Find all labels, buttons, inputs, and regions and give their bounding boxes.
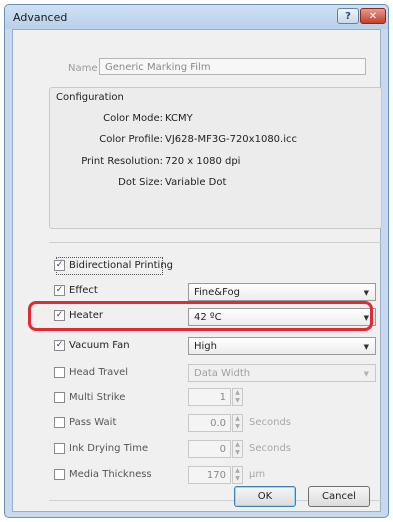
color-mode-value: KCMY <box>165 113 193 124</box>
ok-button[interactable]: OK <box>234 486 296 507</box>
multi-strike-label: Multi Strike <box>69 392 126 403</box>
head-travel-checkbox[interactable] <box>54 367 65 378</box>
head-travel-select: Data Width ▼ <box>188 364 376 382</box>
vacuum-fan-highlight <box>28 301 373 331</box>
ink-drying-input: 0 <box>188 440 231 458</box>
chevron-down-icon: ▼ <box>363 343 369 351</box>
bidirectional-printing-checkbox[interactable] <box>54 260 65 271</box>
ink-drying-checkbox[interactable] <box>54 443 65 454</box>
name-field: Generic Marking Film <box>99 58 366 75</box>
dialog-body: Name Generic Marking Film Configuration … <box>12 29 382 512</box>
effect-label: Effect <box>69 285 98 296</box>
dot-size-value: Variable Dot <box>165 177 227 188</box>
chevron-down-icon: ▼ <box>363 289 369 297</box>
media-thickness-label: Media Thickness <box>69 469 152 480</box>
divider <box>49 242 382 243</box>
spinner-arrows-icon: ▲ ▼ <box>232 466 243 484</box>
head-travel-label: Head Travel <box>69 367 129 378</box>
advanced-dialog: Advanced ? ✕ Name Generic Marking Film C… <box>4 4 389 518</box>
pass-wait-label: Pass Wait <box>69 417 117 428</box>
head-travel-value: Data Width <box>194 368 251 379</box>
spinner-arrows-icon: ▲ ▼ <box>232 388 243 406</box>
vacuum-fan-select[interactable]: High ▼ <box>188 337 376 355</box>
print-resolution-value: 720 x 1080 dpi <box>165 156 241 167</box>
vacuum-fan-value: High <box>194 341 217 352</box>
color-mode-label: Color Mode: <box>103 113 163 124</box>
chevron-down-icon: ▼ <box>363 370 369 378</box>
multi-strike-input: 1 <box>188 388 231 406</box>
effect-value: Fine&Fog <box>194 287 240 298</box>
name-label: Name <box>68 63 98 74</box>
pass-wait-unit: Seconds <box>249 417 292 428</box>
print-resolution-label: Print Resolution: <box>81 156 163 167</box>
dot-size-label: Dot Size: <box>118 177 163 188</box>
media-thickness-checkbox[interactable] <box>54 469 65 480</box>
ink-drying-unit: Seconds <box>249 443 292 454</box>
vacuum-fan-checkbox[interactable] <box>54 340 65 351</box>
spinner-arrows-icon: ▲ ▼ <box>232 414 243 432</box>
media-thickness-unit: μm <box>249 469 266 480</box>
color-profile-label: Color Profile: <box>99 134 163 145</box>
media-thickness-input: 170 <box>188 466 231 484</box>
color-profile-value: VJ628-MF3G-720x1080.icc <box>165 134 297 145</box>
pass-wait-checkbox[interactable] <box>54 417 65 428</box>
close-button[interactable]: ✕ <box>360 8 386 24</box>
spinner-arrows-icon: ▲ ▼ <box>232 440 243 458</box>
help-button[interactable]: ? <box>337 8 359 24</box>
vacuum-fan-label: Vacuum Fan <box>69 340 130 351</box>
configuration-title: Configuration <box>56 92 124 103</box>
ink-drying-label: Ink Drying Time <box>69 443 149 454</box>
dialog-title: Advanced <box>13 11 68 24</box>
bidirectional-printing-label: Bidirectional Printing <box>69 260 174 271</box>
effect-checkbox[interactable] <box>54 285 65 296</box>
pass-wait-input: 0.0 <box>188 414 231 432</box>
cancel-button[interactable]: Cancel <box>308 486 370 507</box>
multi-strike-checkbox[interactable] <box>54 392 65 403</box>
effect-select[interactable]: Fine&Fog ▼ <box>188 283 376 301</box>
